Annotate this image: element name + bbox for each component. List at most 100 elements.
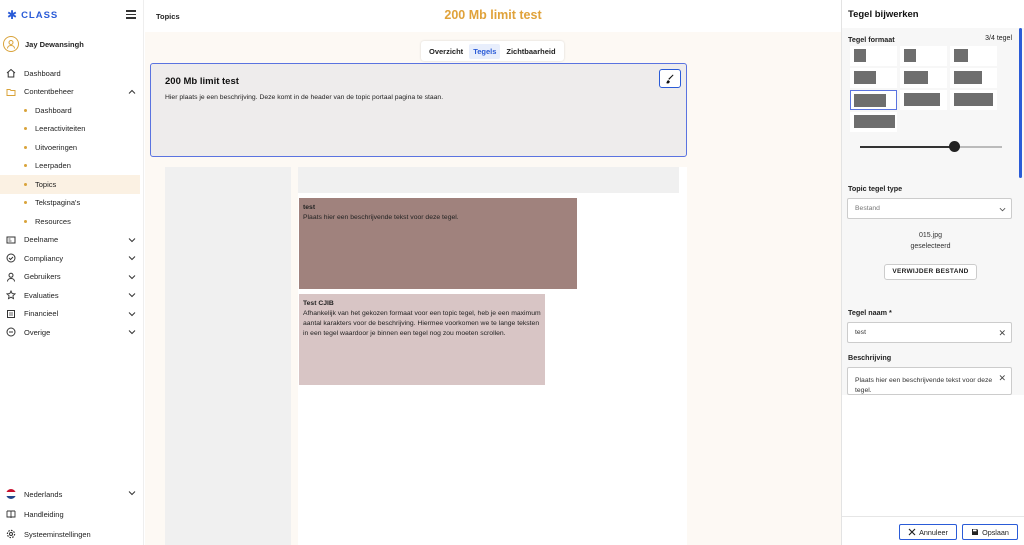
- user-name: Jay Dewansingh: [25, 39, 84, 49]
- sidebar-item-label: Handleiding: [24, 509, 64, 519]
- sidebar-subitem-label: Topics: [35, 179, 57, 189]
- language-label: Nederlands: [24, 489, 63, 499]
- sidebar-item-label: Systeeminstellingen: [24, 529, 91, 539]
- tab-tegels[interactable]: Tegels: [469, 43, 501, 59]
- sidebar-subitem-dashboard[interactable]: Dashboard: [0, 101, 144, 120]
- chevron-down-icon: [128, 293, 136, 298]
- format-option-1[interactable]: [850, 46, 897, 66]
- tile-type-select[interactable]: Bestand: [847, 198, 1012, 219]
- bullet-dot-icon: [24, 182, 27, 186]
- dutch-flag-icon: [6, 489, 16, 499]
- sidebar-subitem-uitvoeringen[interactable]: Uitvoeringen: [0, 138, 144, 157]
- sidebar-item-evaluaties[interactable]: Evaluaties: [0, 286, 144, 305]
- format-option-10[interactable]: [850, 112, 897, 132]
- sidebar: ✱ CLASS Jay Dewansingh Dashboard Content…: [0, 0, 144, 545]
- class-logo-icon: ✱: [7, 8, 18, 22]
- tile-column-placeholder: [165, 167, 291, 545]
- format-option-4[interactable]: [850, 68, 897, 88]
- language-selector[interactable]: Nederlands: [0, 484, 144, 504]
- panel-scrollbar[interactable]: [1019, 28, 1022, 178]
- sidebar-item-systeeminstellingen[interactable]: Systeeminstellingen: [0, 524, 144, 544]
- bullet-dot-icon: [24, 108, 27, 112]
- chevron-down-icon: [999, 207, 1006, 212]
- format-slider-thumb[interactable]: [949, 141, 960, 152]
- user-profile[interactable]: Jay Dewansingh: [3, 36, 84, 52]
- sidebar-subitem-label: Dashboard: [35, 105, 72, 115]
- hamburger-menu-icon[interactable]: [126, 10, 136, 19]
- topic-header-card[interactable]: 200 Mb limit test Hier plaats je een bes…: [150, 63, 687, 157]
- sidebar-subitem-topics[interactable]: Topics: [0, 175, 140, 194]
- topic-header-description: Hier plaats je een beschrijving. Deze ko…: [165, 94, 444, 101]
- tile-name-label: Tegel naam *: [848, 308, 892, 317]
- main-nav: Dashboard Contentbeheer Dashboard Leerac…: [0, 64, 144, 342]
- topic-tile[interactable]: test Plaats hier een beschrijvende tekst…: [299, 198, 577, 289]
- tab-bar: Overzicht Tegels Zichtbaarheid: [421, 41, 564, 61]
- sidebar-item-financieel[interactable]: Financieel: [0, 305, 144, 324]
- chevron-down-icon: [128, 274, 136, 279]
- sidebar-item-label: Gebruikers: [24, 272, 61, 282]
- main-content: Overzicht Tegels Zichtbaarheid 200 Mb li…: [145, 32, 841, 545]
- tile-description: Afhankelijk van het gekozen formaat voor…: [303, 310, 541, 337]
- format-option-3[interactable]: [950, 46, 997, 66]
- sidebar-item-handleiding[interactable]: Handleiding: [0, 504, 144, 524]
- sidebar-item-label: Evaluaties: [24, 290, 59, 300]
- cancel-label: Annuleer: [919, 527, 948, 537]
- tile-placeholder-row: [298, 167, 679, 193]
- floppy-disk-icon: [972, 529, 979, 535]
- bullet-dot-icon: [24, 219, 27, 223]
- description-value: Plaats hier een beschrijvende tekst voor…: [855, 377, 993, 394]
- bullet-dot-icon: [24, 201, 27, 205]
- brand-name: CLASS: [21, 9, 59, 21]
- sidebar-item-overige[interactable]: Overige: [0, 323, 144, 342]
- format-option-6[interactable]: [950, 68, 997, 88]
- sidebar-subitem-leerpaden[interactable]: Leerpaden: [0, 157, 144, 176]
- clear-icon[interactable]: ✕: [998, 373, 1006, 383]
- bullet-dot-icon: [24, 145, 27, 149]
- sidebar-subitem-label: Leerpaden: [35, 161, 71, 171]
- app-root: ✱ CLASS Jay Dewansingh Dashboard Content…: [0, 0, 1024, 545]
- sidebar-subitem-label: Tekstpagina's: [35, 198, 81, 208]
- selected-file-status: geselecteerd: [910, 243, 951, 250]
- sidebar-subitem-label: Uitvoeringen: [35, 142, 78, 152]
- tab-zichtbaarheid[interactable]: Zichtbaarheid: [502, 44, 559, 59]
- save-button[interactable]: Opslaan: [962, 524, 1018, 540]
- gear-icon: [6, 529, 16, 539]
- tile-description: Plaats hier een beschrijvende tekst voor…: [303, 214, 459, 221]
- edit-tile-panel: Tegel bijwerken Tegel formaat 3/4 tegel …: [841, 0, 1024, 545]
- format-option-2[interactable]: [900, 46, 947, 66]
- clear-icon[interactable]: ✕: [998, 328, 1006, 339]
- format-option-7[interactable]: [850, 90, 897, 110]
- chevron-down-icon: [128, 330, 136, 335]
- sidebar-item-gebruikers[interactable]: Gebruikers: [0, 268, 144, 287]
- tile-type-label: Topic tegel type: [848, 184, 903, 193]
- format-option-9[interactable]: [950, 90, 997, 110]
- home-icon: [6, 68, 16, 78]
- tile-format-count: 3/4 tegel: [985, 35, 1012, 42]
- brush-icon: [666, 74, 674, 83]
- sidebar-item-deelname[interactable]: Deelname: [0, 231, 144, 250]
- sidebar-item-dashboard[interactable]: Dashboard: [0, 64, 144, 83]
- id-card-icon: [6, 235, 16, 245]
- folder-icon: [6, 87, 16, 97]
- format-option-5[interactable]: [900, 68, 947, 88]
- topic-tile[interactable]: Test CJIB Afhankelijk van het gekozen fo…: [299, 294, 545, 385]
- sidebar-item-compliancy[interactable]: Compliancy: [0, 249, 144, 268]
- sidebar-item-contentbeheer[interactable]: Contentbeheer: [0, 83, 144, 102]
- chevron-down-icon: [128, 237, 136, 242]
- sidebar-subitem-resources[interactable]: Resources: [0, 212, 144, 231]
- page-header: Topics 200 Mb limit test: [145, 0, 841, 32]
- cancel-button[interactable]: Annuleer: [899, 524, 957, 540]
- close-icon: [908, 528, 916, 536]
- tile-name-input[interactable]: test ✕: [847, 322, 1012, 343]
- sidebar-subitem-leeractiviteiten[interactable]: Leeractiviteiten: [0, 120, 144, 139]
- brand-logo[interactable]: ✱ CLASS: [7, 9, 58, 21]
- edit-header-button[interactable]: [659, 69, 681, 88]
- chevron-down-icon: [128, 256, 136, 261]
- tab-overzicht[interactable]: Overzicht: [425, 44, 467, 59]
- description-input[interactable]: Plaats hier een beschrijvende tekst voor…: [847, 367, 1012, 395]
- panel-title: Tegel bijwerken: [848, 9, 919, 20]
- format-option-8[interactable]: [900, 90, 947, 110]
- tile-title: Test CJIB: [303, 300, 334, 307]
- remove-file-button[interactable]: VERWIJDER BESTAND: [884, 264, 977, 280]
- sidebar-subitem-tekstpaginas[interactable]: Tekstpagina's: [0, 194, 144, 213]
